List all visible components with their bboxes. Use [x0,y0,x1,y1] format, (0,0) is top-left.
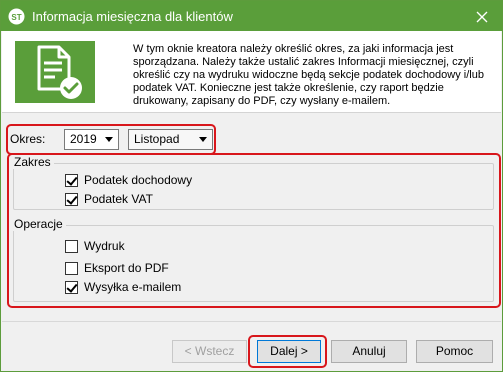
wydruk-checkbox[interactable]: Wydruk [65,239,125,253]
wizard-window: ST Informacja miesięczna dla klientów W … [0,0,503,372]
checkbox-unchecked[interactable] [65,239,78,253]
chevron-down-icon [105,137,113,142]
window-title: Informacja miesięczna dla klientów [32,9,233,24]
checkbox-label: Wysyłka e-mailem [84,280,182,294]
year-select[interactable]: 2019 [64,129,119,150]
cancel-button[interactable]: Anuluj [331,340,407,363]
eksport-pdf-checkbox[interactable]: Eksport do PDF [65,261,169,275]
document-check-icon [15,41,95,103]
checkbox-label: Wydruk [84,239,125,253]
podatek-vat-checkbox[interactable]: Podatek VAT [65,192,153,206]
podatek-dochodowy-checkbox[interactable]: Podatek dochodowy [65,173,192,187]
title-bar: ST Informacja miesięczna dla klientów [1,1,502,31]
month-value: Listopad [134,132,180,146]
next-button[interactable]: Dalej > [257,340,321,363]
back-button[interactable]: < Wstecz [172,340,247,363]
checkbox-checked[interactable] [65,192,78,206]
checkbox-label: Podatek dochodowy [84,173,193,187]
footer-separator [2,321,501,322]
okres-label: Okres: [10,132,46,146]
operacje-legend: Operacje [11,218,66,231]
month-select[interactable]: Listopad [128,129,213,150]
svg-text:ST: ST [11,13,21,22]
checkbox-label: Eksport do PDF [84,261,169,275]
wysylka-email-checkbox[interactable]: Wysyłka e-mailem [65,280,181,294]
checkbox-checked[interactable] [65,173,78,187]
help-button[interactable]: Pomoc [416,340,493,363]
zakres-legend: Zakres [11,156,54,169]
checkbox-checked[interactable] [65,280,78,294]
checkbox-unchecked[interactable] [65,261,78,275]
wizard-header: W tym oknie kreatora należy określić okr… [2,31,501,113]
wizard-description: W tym oknie kreatora należy określić okr… [133,43,484,107]
close-button[interactable] [468,6,496,27]
close-icon [476,11,488,22]
year-value: 2019 [70,132,97,146]
chevron-down-icon [199,137,207,142]
app-logo-icon: ST [8,8,25,25]
checkbox-label: Podatek VAT [84,192,153,206]
